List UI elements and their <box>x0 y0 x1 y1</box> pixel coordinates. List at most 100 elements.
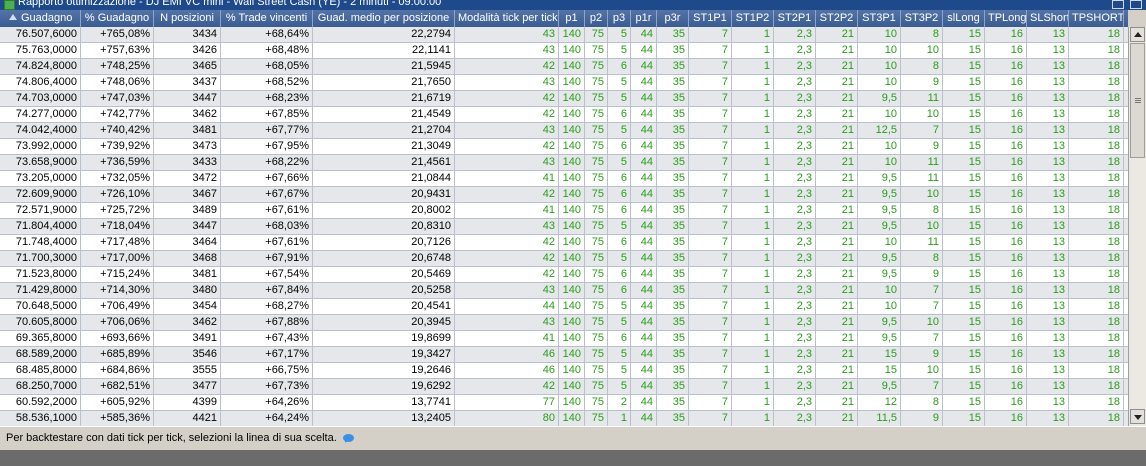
cell-st2p1: 2,3 <box>774 75 816 90</box>
cell-tplong: 16 <box>985 107 1027 122</box>
column-header-slshort[interactable]: SLShort <box>1027 10 1069 27</box>
cell-st2p2: 21 <box>816 123 858 138</box>
table-row[interactable]: 74.042,4000 +740,42% 3481 +67,77% 21,2704 43 1… <box>0 123 1128 139</box>
column-header-st1p1[interactable]: ST1P1 <box>689 10 732 27</box>
cell-slshort: 13 <box>1027 283 1069 298</box>
cell-n-positions: 3462 <box>154 107 221 122</box>
column-header-p2[interactable]: p2 <box>585 10 608 27</box>
table-row[interactable]: 72.609,9000 +726,10% 3467 +67,67% 20,9431 42 1… <box>0 187 1128 203</box>
cell-tick-mode: 42 <box>455 379 559 394</box>
column-header-n-positions[interactable]: N posizioni <box>154 10 221 27</box>
cell-st2p2: 21 <box>816 411 858 426</box>
scroll-up-button[interactable] <box>1130 27 1145 42</box>
speech-bubble-icon[interactable] <box>342 434 354 443</box>
column-header-tplong[interactable]: TPLong <box>985 10 1027 27</box>
cell-tick-mode: 43 <box>455 75 559 90</box>
cell-st3p2: 7 <box>901 123 943 138</box>
column-header-st3p2[interactable]: ST3P2 <box>901 10 943 27</box>
cell-st2p1: 2,3 <box>774 395 816 410</box>
cell-p3: 5 <box>608 315 631 330</box>
column-header-pct-win[interactable]: % Trade vincenti <box>221 10 313 27</box>
table-row[interactable]: 76.507,6000 +765,08% 3434 +68,64% 22,2794 43 1… <box>0 27 1128 43</box>
cell-tick-mode: 43 <box>455 315 559 330</box>
cell-p1r: 44 <box>631 171 657 186</box>
table-row[interactable]: 73.992,0000 +739,92% 3473 +67,95% 21,3049 42 1… <box>0 139 1128 155</box>
column-header-gain[interactable]: Guadagno <box>0 10 81 27</box>
column-header-p3r[interactable]: p3r <box>657 10 689 27</box>
cell-p1r: 44 <box>631 43 657 58</box>
minimize-button[interactable] <box>1112 0 1124 9</box>
cell-st3p1: 9,5 <box>858 379 901 394</box>
close-button[interactable] <box>1130 0 1142 9</box>
table-row[interactable]: 71.804,4000 +718,04% 3447 +68,03% 20,8310 43 1… <box>0 219 1128 235</box>
column-header-tpshort[interactable]: TPSHORT <box>1069 10 1124 27</box>
table-row[interactable]: 74.277,0000 +742,77% 3462 +67,85% 21,4549 42 1… <box>0 107 1128 123</box>
cell-pct-gain: +717,00% <box>81 251 154 266</box>
column-header-tick-mode[interactable]: Modalità tick per tick <box>455 10 559 27</box>
column-header-st2p2[interactable]: ST2P2 <box>816 10 858 27</box>
table-row[interactable]: 71.700,3000 +717,00% 3468 +67,91% 20,6748 42 1… <box>0 251 1128 267</box>
cell-st1p1: 7 <box>689 187 732 202</box>
cell-p3: 5 <box>608 43 631 58</box>
column-header-st1p2[interactable]: ST1P2 <box>732 10 774 27</box>
cell-pct-win: +67,73% <box>221 379 313 394</box>
cell-tplong: 16 <box>985 203 1027 218</box>
cell-gain: 74.042,4000 <box>0 123 81 138</box>
table-row[interactable]: 68.250,7000 +682,51% 3477 +67,73% 19,6292 42 1… <box>0 379 1128 395</box>
scroll-thumb[interactable] <box>1130 43 1145 158</box>
cell-st3p2: 10 <box>901 315 943 330</box>
cell-pct-win: +64,24% <box>221 411 313 426</box>
table-row[interactable]: 71.748,4000 +717,48% 3464 +67,61% 20,7126 42 1… <box>0 235 1128 251</box>
cell-n-positions: 3491 <box>154 331 221 346</box>
cell-p3: 6 <box>608 267 631 282</box>
cell-tplong: 16 <box>985 299 1027 314</box>
table-row[interactable]: 58.536,1000 +585,36% 4421 +64,24% 13,2405 80 1… <box>0 411 1128 426</box>
scroll-down-button[interactable] <box>1130 409 1145 424</box>
column-header-sllong[interactable]: slLong <box>943 10 985 27</box>
cell-st1p1: 7 <box>689 331 732 346</box>
table-row[interactable]: 75.763,0000 +757,63% 3426 +68,48% 22,1141 43 1… <box>0 43 1128 59</box>
cell-sllong: 15 <box>943 107 985 122</box>
cell-st2p1: 2,3 <box>774 203 816 218</box>
table-row[interactable]: 71.429,8000 +714,30% 3480 +67,84% 20,5258 43 1… <box>0 283 1128 299</box>
cell-st2p2: 21 <box>816 299 858 314</box>
cell-st1p2: 1 <box>732 267 774 282</box>
column-header-p3[interactable]: p3 <box>608 10 631 27</box>
cell-gain: 73.205,0000 <box>0 171 81 186</box>
table-row[interactable]: 74.703,0000 +747,03% 3447 +68,23% 21,6719 42 1… <box>0 91 1128 107</box>
column-header-p1r[interactable]: p1r <box>631 10 657 27</box>
cell-tplong: 16 <box>985 379 1027 394</box>
cell-n-positions: 3447 <box>154 91 221 106</box>
table-row[interactable]: 68.589,2000 +685,89% 3546 +67,17% 19,3427 46 1… <box>0 347 1128 363</box>
status-bar: Per backtestare con dati tick per tick, … <box>0 426 1146 450</box>
cell-tplong: 16 <box>985 59 1027 74</box>
cell-st3p1: 15 <box>858 347 901 362</box>
cell-p2: 75 <box>585 107 608 122</box>
cell-st1p1: 7 <box>689 123 732 138</box>
table-row[interactable]: 68.485,8000 +684,86% 3555 +66,75% 19,2646 46 1… <box>0 363 1128 379</box>
cell-st2p1: 2,3 <box>774 171 816 186</box>
table-row[interactable]: 60.592,2000 +605,92% 4399 +64,26% 13,7741 77 1… <box>0 395 1128 411</box>
table-row[interactable]: 72.571,9000 +725,72% 3489 +67,61% 20,8002 41 1… <box>0 203 1128 219</box>
table-row[interactable]: 69.365,8000 +693,66% 3491 +67,43% 19,8699 41 1… <box>0 331 1128 347</box>
results-table: 76.507,6000 +765,08% 3434 +68,64% 22,2794 43 1… <box>0 27 1128 426</box>
cell-st1p1: 7 <box>689 59 732 74</box>
cell-st3p2: 7 <box>901 379 943 394</box>
table-row[interactable]: 74.806,4000 +748,06% 3437 +68,52% 21,7650 43 1… <box>0 75 1128 91</box>
table-row[interactable]: 71.523,8000 +715,24% 3481 +67,54% 20,5469 42 1… <box>0 267 1128 283</box>
vertical-scrollbar[interactable] <box>1128 27 1146 426</box>
table-row[interactable]: 70.648,5000 +706,49% 3454 +68,27% 20,4541 44 1… <box>0 299 1128 315</box>
table-row[interactable]: 73.658,9000 +736,59% 3433 +68,22% 21,4561 43 1… <box>0 155 1128 171</box>
cell-p2: 75 <box>585 283 608 298</box>
table-row[interactable]: 73.205,0000 +732,05% 3472 +67,66% 21,0844 41 1… <box>0 171 1128 187</box>
column-header-st3p1[interactable]: ST3P1 <box>858 10 901 27</box>
table-row[interactable]: 70.605,8000 +706,06% 3462 +67,88% 20,3945 43 1… <box>0 315 1128 331</box>
column-header-avg-gain[interactable]: Guad. medio per posizione <box>313 10 455 27</box>
column-header-p1[interactable]: p1 <box>559 10 585 27</box>
column-header-pct-gain[interactable]: % Guadagno <box>81 10 154 27</box>
column-header-st2p1[interactable]: ST2P1 <box>774 10 816 27</box>
cell-st3p1: 10 <box>858 299 901 314</box>
cell-p3r: 35 <box>657 75 689 90</box>
table-row[interactable]: 74.824,8000 +748,25% 3465 +68,05% 21,5945 42 1… <box>0 59 1128 75</box>
cell-slshort: 13 <box>1027 363 1069 378</box>
